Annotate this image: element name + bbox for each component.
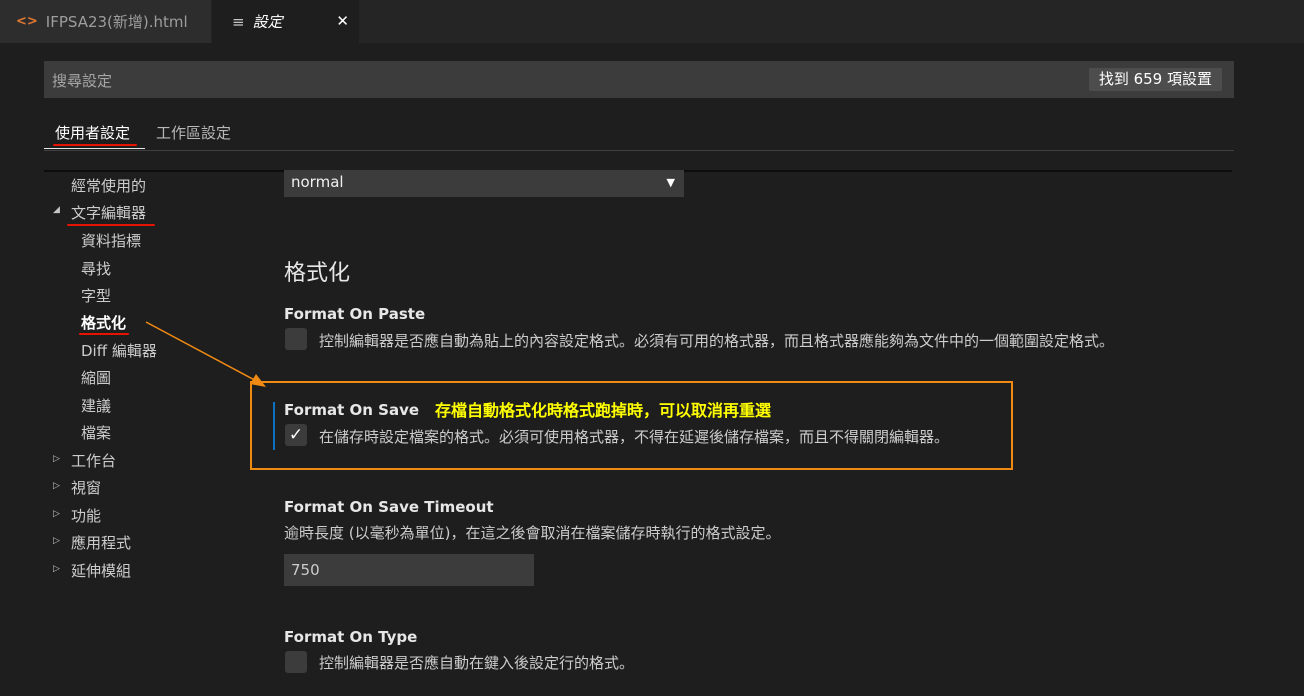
toc-item-files[interactable]: 檔案: [81, 422, 111, 443]
code-file-icon: <>: [16, 14, 38, 29]
dropdown-select[interactable]: normal ▼: [284, 170, 684, 197]
chevron-down-icon[interactable]: ◢: [53, 205, 60, 215]
chevron-right-icon[interactable]: ▷: [53, 509, 60, 519]
search-input[interactable]: [44, 61, 1054, 100]
chevron-right-icon[interactable]: ▷: [53, 536, 60, 546]
tab-html-file[interactable]: <> IFPSA23(新增).html: [0, 0, 211, 43]
section-title: 格式化: [284, 261, 351, 286]
toc-item-diff-editor[interactable]: Diff 編輯器: [81, 340, 157, 361]
close-icon[interactable]: ✕: [336, 12, 349, 30]
toc-item-suggestions[interactable]: 建議: [81, 395, 111, 416]
chevron-right-icon[interactable]: ▷: [53, 564, 60, 574]
format-on-type-checkbox[interactable]: [285, 651, 307, 673]
red-underline-annotation: [67, 224, 155, 226]
red-underline-annotation: [79, 333, 129, 335]
annotation-box: [250, 381, 1013, 470]
toc-item-font[interactable]: 字型: [81, 285, 111, 306]
timeout-input[interactable]: [284, 554, 534, 586]
setting-description: 逾時長度 (以毫秒為單位)，在這之後會取消在檔案儲存時執行的格式設定。: [284, 524, 781, 542]
header-divider: [44, 150, 1234, 151]
tab-label: 設定: [252, 13, 283, 31]
tab-label: IFPSA23(新增).html: [45, 13, 188, 31]
chevron-right-icon[interactable]: ▷: [53, 481, 60, 491]
setting-description: 控制編輯器是否應自動在鍵入後設定行的格式。: [319, 654, 635, 672]
toc-item-minimap[interactable]: 縮圖: [81, 367, 111, 388]
toc-item-frequent[interactable]: 經常使用的: [71, 175, 146, 196]
active-tab-indicator: [44, 148, 145, 149]
annotation-text: 存檔自動格式化時格式跑掉時，可以取消再重選: [435, 401, 772, 420]
toc-item-window[interactable]: 視窗: [71, 477, 101, 498]
toc-item-find[interactable]: 尋找: [81, 258, 111, 279]
annotation-arrow-line: [145, 321, 263, 385]
toc-item-features[interactable]: 功能: [71, 505, 101, 526]
toc-item-workbench[interactable]: 工作台: [71, 450, 116, 471]
tab-workspace-settings[interactable]: 工作區設定: [156, 122, 231, 143]
settings-file-icon: ≡: [232, 12, 245, 31]
tab-user-settings[interactable]: 使用者設定: [55, 122, 130, 143]
dropdown-value: normal: [291, 173, 344, 191]
toc-item-text-editor[interactable]: 文字編輯器: [71, 202, 146, 223]
dropdown-arrow-icon: ▼: [666, 176, 675, 189]
setting-description: 控制編輯器是否應自動為貼上的內容設定格式。必須有可用的格式器，而且格式器應能夠為…: [319, 332, 1115, 350]
result-count-badge: 找到 659 項設置: [1088, 68, 1222, 91]
search-bar: 找到 659 項設置: [44, 61, 1234, 100]
tab-settings[interactable]: ≡ 設定 ✕: [212, 0, 359, 43]
toc-item-extensions[interactable]: 延伸模組: [71, 560, 131, 581]
setting-title: Format On Type: [284, 628, 418, 646]
toc-item-formatting[interactable]: 格式化: [81, 312, 126, 333]
chevron-right-icon[interactable]: ▷: [53, 454, 60, 464]
toc-item-application[interactable]: 應用程式: [71, 532, 131, 553]
setting-title: Format On Paste: [284, 305, 426, 323]
red-underline-annotation: [53, 144, 137, 146]
toc-item-cursor[interactable]: 資料指標: [81, 230, 141, 251]
setting-title: Format On Save Timeout: [284, 498, 494, 516]
format-on-paste-checkbox[interactable]: [285, 328, 307, 350]
